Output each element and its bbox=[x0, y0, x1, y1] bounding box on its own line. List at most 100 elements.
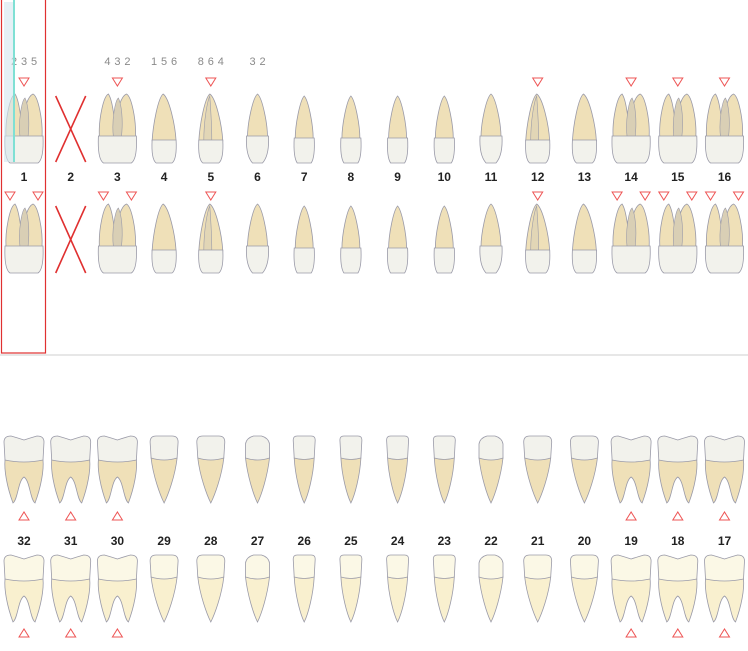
probing-depth-value: 4 bbox=[104, 56, 110, 68]
probing-depths-tooth-5: 864 bbox=[198, 56, 224, 68]
tooth-4[interactable]: 1 5 64 bbox=[151, 56, 177, 274]
tooth-6[interactable]: 3 2 6 bbox=[245, 56, 270, 274]
dental-tooth-chart: 2351243231564864532678910111213141516323… bbox=[0, 0, 748, 651]
tooth-number: 16 bbox=[718, 170, 732, 184]
probing-depths-tooth-4: 156 bbox=[151, 56, 177, 68]
tooth-13[interactable]: 13 bbox=[571, 93, 597, 274]
probing-depth-value: 8 bbox=[198, 56, 204, 68]
tooth-number: 20 bbox=[578, 534, 592, 548]
buccal-marker bbox=[611, 191, 624, 201]
tooth-number: 9 bbox=[394, 170, 401, 184]
tooth-18[interactable]: 18 bbox=[657, 435, 699, 638]
buccal-marker bbox=[97, 191, 110, 201]
tooth-number: 12 bbox=[531, 170, 545, 184]
lingual-marker bbox=[625, 77, 638, 87]
tooth-number: 31 bbox=[64, 534, 78, 548]
probing-depths-tooth-6: 32 bbox=[249, 56, 265, 68]
lingual-marker bbox=[18, 77, 30, 87]
buccal-marker bbox=[718, 628, 731, 638]
probing-depth-value: 2 bbox=[124, 56, 130, 68]
buccal-marker bbox=[204, 191, 217, 201]
probing-depth-value: 4 bbox=[218, 56, 224, 68]
tooth-2[interactable]: 2 bbox=[54, 95, 87, 274]
tooth-30[interactable]: 30 bbox=[96, 435, 138, 638]
tooth-number: 5 bbox=[207, 170, 214, 184]
tooth-number: 7 bbox=[301, 170, 308, 184]
lingual-marker bbox=[718, 511, 731, 521]
tooth-22[interactable]: 22 bbox=[478, 435, 504, 623]
missing-tooth-x-bottom bbox=[54, 205, 87, 274]
buccal-marker bbox=[125, 191, 138, 201]
probing-depth-value: 5 bbox=[31, 56, 37, 68]
tooth-number: 26 bbox=[298, 534, 312, 548]
tooth-number: 25 bbox=[344, 534, 358, 548]
tooth-number: 29 bbox=[157, 534, 171, 548]
buccal-marker bbox=[704, 191, 717, 201]
tooth-21[interactable]: 21 bbox=[523, 435, 553, 623]
buccal-marker bbox=[732, 191, 745, 201]
tooth-17[interactable]: 17 bbox=[704, 435, 745, 638]
tooth-number: 18 bbox=[671, 534, 685, 548]
tooth-9[interactable]: 9 bbox=[387, 95, 409, 274]
tooth-15[interactable]: 15 bbox=[657, 77, 698, 274]
tooth-3[interactable]: 4 3 23 bbox=[97, 56, 138, 274]
probing-depth-value: 3 bbox=[114, 56, 120, 68]
tooth-number: 23 bbox=[438, 534, 452, 548]
tooth-20[interactable]: 20 bbox=[569, 435, 599, 623]
lingual-marker bbox=[531, 77, 544, 87]
lingual-marker bbox=[111, 77, 124, 87]
lingual-marker bbox=[671, 77, 684, 87]
tooth-number: 3 bbox=[114, 170, 121, 184]
tooth-29[interactable]: 29 bbox=[149, 435, 179, 623]
buccal-marker bbox=[32, 191, 44, 201]
missing-tooth-x-top bbox=[54, 95, 87, 163]
buccal-marker bbox=[639, 191, 652, 201]
probing-depth-value: 6 bbox=[171, 56, 177, 68]
probing-depth-value: 1 bbox=[151, 56, 157, 68]
tooth-number: 4 bbox=[161, 170, 168, 184]
probe-overlay bbox=[4, 2, 14, 162]
lingual-marker bbox=[64, 511, 77, 521]
tooth-number: 14 bbox=[624, 170, 638, 184]
tooth-number: 6 bbox=[254, 170, 261, 184]
lingual-marker bbox=[111, 511, 124, 521]
tooth-7[interactable]: 7 bbox=[293, 95, 315, 274]
buccal-marker bbox=[111, 628, 124, 638]
buccal-marker bbox=[531, 191, 544, 201]
tooth-number: 8 bbox=[348, 170, 355, 184]
tooth-1[interactable]: 2351 bbox=[4, 0, 44, 274]
lingual-marker bbox=[718, 77, 731, 87]
tooth-8[interactable]: 8 bbox=[340, 95, 362, 274]
tooth-number: 15 bbox=[671, 170, 685, 184]
tooth-16[interactable]: 16 bbox=[704, 77, 745, 274]
tooth-10[interactable]: 10 bbox=[433, 95, 455, 274]
tooth-number: 30 bbox=[111, 534, 125, 548]
probing-depth-value: 5 bbox=[161, 56, 167, 68]
tooth-32[interactable]: 32 bbox=[3, 435, 45, 638]
tooth-31[interactable]: 31 bbox=[50, 435, 92, 638]
tooth-14[interactable]: 14 bbox=[611, 77, 652, 274]
tooth-5[interactable]: 8 6 4 5 bbox=[198, 56, 224, 274]
tooth-24[interactable]: 24 bbox=[386, 435, 410, 623]
tooth-number: 11 bbox=[485, 170, 498, 184]
tooth-19[interactable]: 19 bbox=[610, 435, 652, 638]
tooth-number: 10 bbox=[438, 170, 452, 184]
tooth-23[interactable]: 23 bbox=[432, 435, 456, 623]
tooth-number: 32 bbox=[17, 534, 31, 548]
probing-depth-value: 3 bbox=[21, 56, 27, 68]
tooth-25[interactable]: 25 bbox=[339, 435, 363, 623]
buccal-marker bbox=[64, 628, 77, 638]
tooth-26[interactable]: 26 bbox=[292, 435, 316, 623]
buccal-marker bbox=[671, 628, 684, 638]
tooth-number: 28 bbox=[204, 534, 218, 548]
tooth-12[interactable]: 12 bbox=[525, 77, 551, 274]
buccal-marker bbox=[18, 628, 30, 638]
tooth-number: 27 bbox=[251, 534, 265, 548]
tooth-28[interactable]: 28 bbox=[196, 435, 226, 623]
lingual-marker bbox=[625, 511, 638, 521]
lingual-marker bbox=[204, 77, 217, 87]
tooth-number: 24 bbox=[391, 534, 405, 548]
tooth-chart-canvas: 2351243231564864532678910111213141516323… bbox=[0, 0, 748, 638]
tooth-27[interactable]: 27 bbox=[245, 435, 270, 623]
tooth-11[interactable]: 11 bbox=[479, 93, 503, 274]
